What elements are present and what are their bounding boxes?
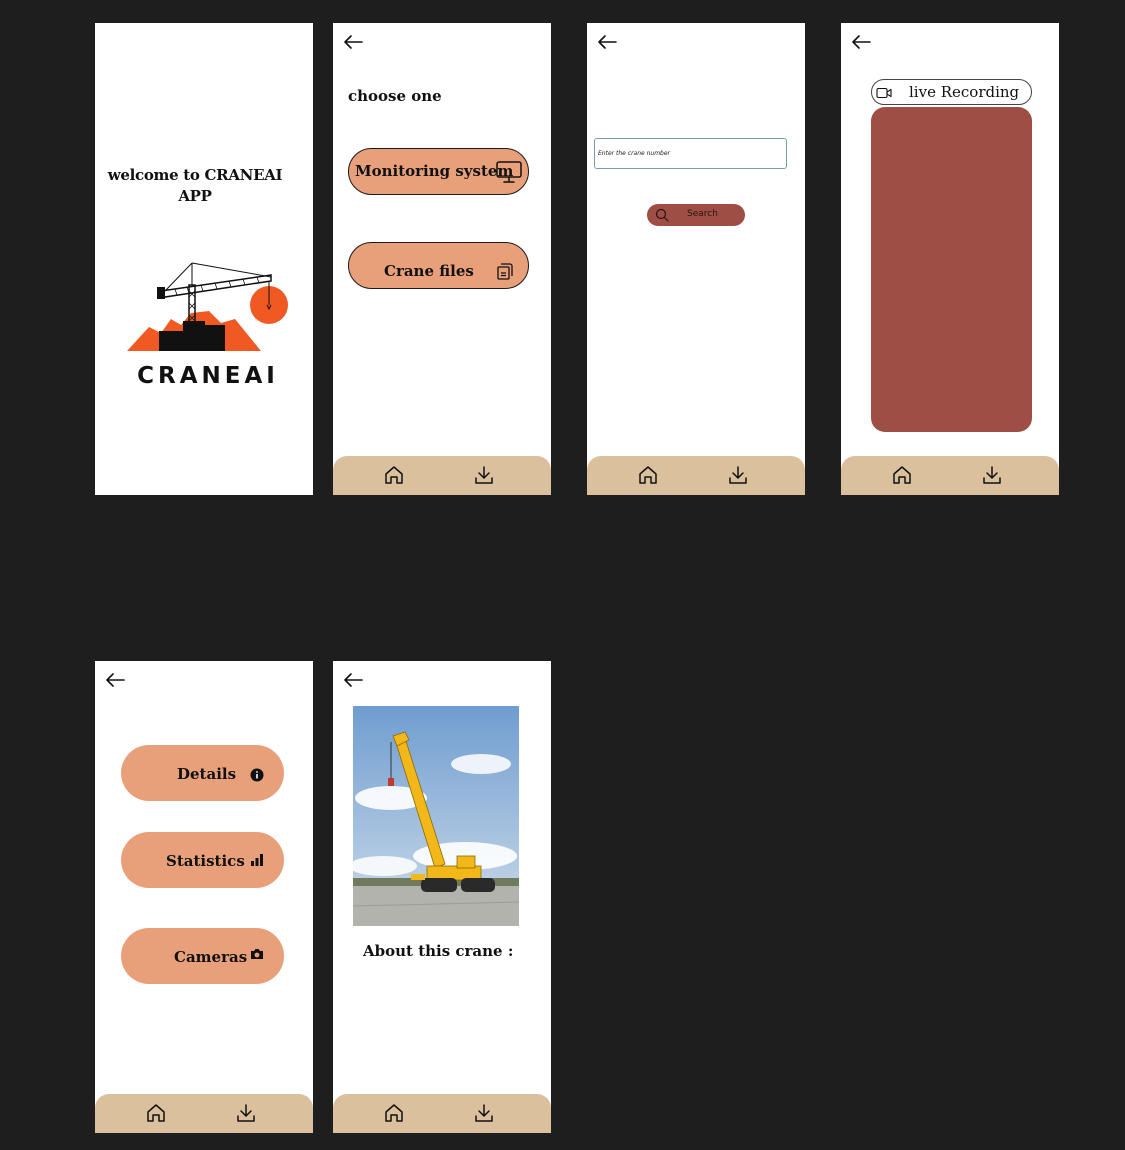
monitor-icon xyxy=(496,161,522,183)
statistics-button[interactable]: Statistics xyxy=(121,832,284,888)
choose-heading: choose one xyxy=(348,87,442,105)
home-icon[interactable] xyxy=(383,1102,405,1124)
crane-files-button[interactable]: Crane files xyxy=(348,242,529,289)
live-recording-label: live Recording xyxy=(909,83,1020,101)
brand-wordmark: CRANEAI xyxy=(137,363,279,389)
back-arrow-icon[interactable] xyxy=(343,34,363,50)
home-icon[interactable] xyxy=(145,1102,167,1124)
bottom-nav-bar xyxy=(333,456,551,495)
crane-detail-screen: About this crane : xyxy=(333,661,551,1133)
home-icon[interactable] xyxy=(383,464,405,486)
info-icon xyxy=(250,768,264,782)
welcome-title-line1: welcome to CRANEAI xyxy=(107,166,283,184)
download-icon[interactable] xyxy=(473,1102,495,1124)
back-arrow-icon[interactable] xyxy=(597,34,617,50)
crane-menu-screen: Details Statistics Cameras xyxy=(95,661,313,1133)
welcome-title-line2: APP xyxy=(178,187,212,205)
live-recording-button[interactable]: live Recording xyxy=(871,79,1032,105)
mobile-crane-photo xyxy=(353,706,519,926)
video-camera-icon xyxy=(876,87,892,99)
home-icon[interactable] xyxy=(891,464,913,486)
bottom-nav-bar xyxy=(841,456,1059,495)
search-button-label: Search xyxy=(687,209,718,219)
download-icon[interactable] xyxy=(727,464,749,486)
monitoring-system-button[interactable]: Monitoring system xyxy=(348,148,529,195)
back-arrow-icon[interactable] xyxy=(105,672,125,688)
details-button[interactable]: Details xyxy=(121,745,284,801)
live-recording-screen: live Recording xyxy=(841,23,1059,495)
statistics-label: Statistics xyxy=(166,852,245,870)
search-screen: Search xyxy=(587,23,805,495)
crane-logo-icon xyxy=(127,262,288,351)
welcome-screen: welcome to CRANEAI APP CRANEAI xyxy=(95,23,313,495)
about-crane-label: About this crane : xyxy=(363,942,514,960)
back-arrow-icon[interactable] xyxy=(851,34,871,50)
bottom-nav-bar xyxy=(333,1094,551,1133)
cameras-button[interactable]: Cameras xyxy=(121,928,284,984)
crane-number-input[interactable] xyxy=(594,138,787,169)
welcome-title: welcome to CRANEAI APP xyxy=(95,165,295,207)
search-icon xyxy=(655,208,669,222)
choose-screen: choose one Monitoring system Crane files xyxy=(333,23,551,495)
crane-files-label: Crane files xyxy=(384,262,474,280)
search-button[interactable]: Search xyxy=(647,204,745,226)
cameras-label: Cameras xyxy=(174,948,248,966)
download-icon[interactable] xyxy=(981,464,1003,486)
home-icon[interactable] xyxy=(637,464,659,486)
bar-chart-icon xyxy=(251,854,263,866)
video-feed[interactable] xyxy=(871,107,1032,432)
monitoring-system-label: Monitoring system xyxy=(355,162,514,180)
back-arrow-icon[interactable] xyxy=(343,672,363,688)
details-label: Details xyxy=(177,765,237,783)
download-icon[interactable] xyxy=(235,1102,257,1124)
camera-icon xyxy=(251,949,263,959)
download-icon[interactable] xyxy=(473,464,495,486)
files-icon xyxy=(497,263,513,280)
bottom-nav-bar xyxy=(587,456,805,495)
bottom-nav-bar xyxy=(95,1094,313,1133)
